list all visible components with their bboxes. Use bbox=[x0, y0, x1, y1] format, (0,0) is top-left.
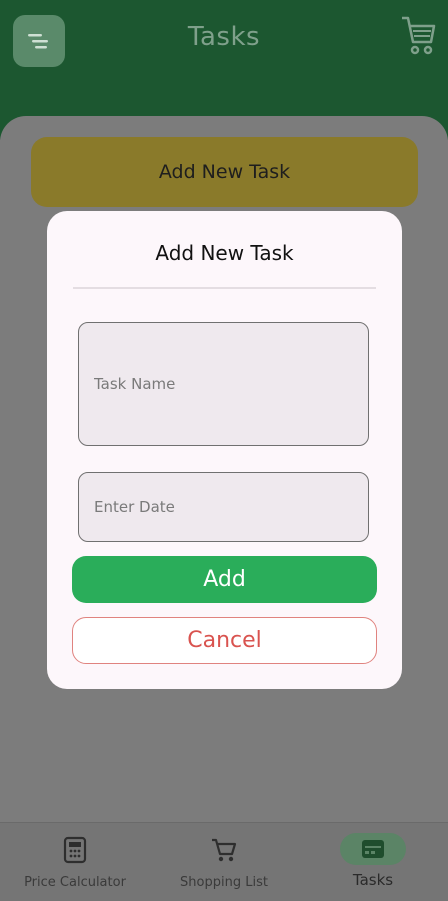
banner-label: Add New Task bbox=[158, 161, 291, 183]
cart-icon bbox=[402, 16, 436, 55]
add-task-banner[interactable]: Add New Task bbox=[31, 137, 418, 207]
task-name-input[interactable] bbox=[92, 374, 368, 394]
calculator-icon bbox=[63, 836, 87, 864]
nav-item-tasks[interactable]: Tasks bbox=[298, 823, 448, 901]
task-name-field[interactable] bbox=[78, 322, 369, 446]
dialog-divider bbox=[73, 287, 376, 289]
nav-label-price-calculator: Price Calculator bbox=[24, 875, 126, 890]
dialog-title: Add New Task bbox=[155, 241, 294, 265]
bottom-nav: Price Calculator Shopping List Tasks bbox=[0, 822, 448, 901]
tasks-icon bbox=[362, 840, 384, 858]
nav-label-tasks: Tasks bbox=[352, 871, 394, 889]
add-task-dialog: Add New Task Add Cancel bbox=[47, 211, 402, 689]
cart-button[interactable] bbox=[400, 14, 436, 62]
nav-active-indicator bbox=[340, 833, 406, 865]
add-button[interactable]: Add bbox=[72, 556, 377, 603]
nav-item-shopping-list[interactable]: Shopping List bbox=[149, 823, 299, 901]
nav-label-shopping-list: Shopping List bbox=[180, 875, 268, 890]
page-title: Tasks bbox=[187, 22, 261, 52]
nav-item-price-calculator[interactable]: Price Calculator bbox=[0, 823, 150, 901]
date-field[interactable] bbox=[78, 472, 369, 542]
cart-icon bbox=[212, 838, 237, 862]
cancel-button[interactable]: Cancel bbox=[72, 617, 377, 664]
date-input[interactable] bbox=[92, 497, 368, 517]
